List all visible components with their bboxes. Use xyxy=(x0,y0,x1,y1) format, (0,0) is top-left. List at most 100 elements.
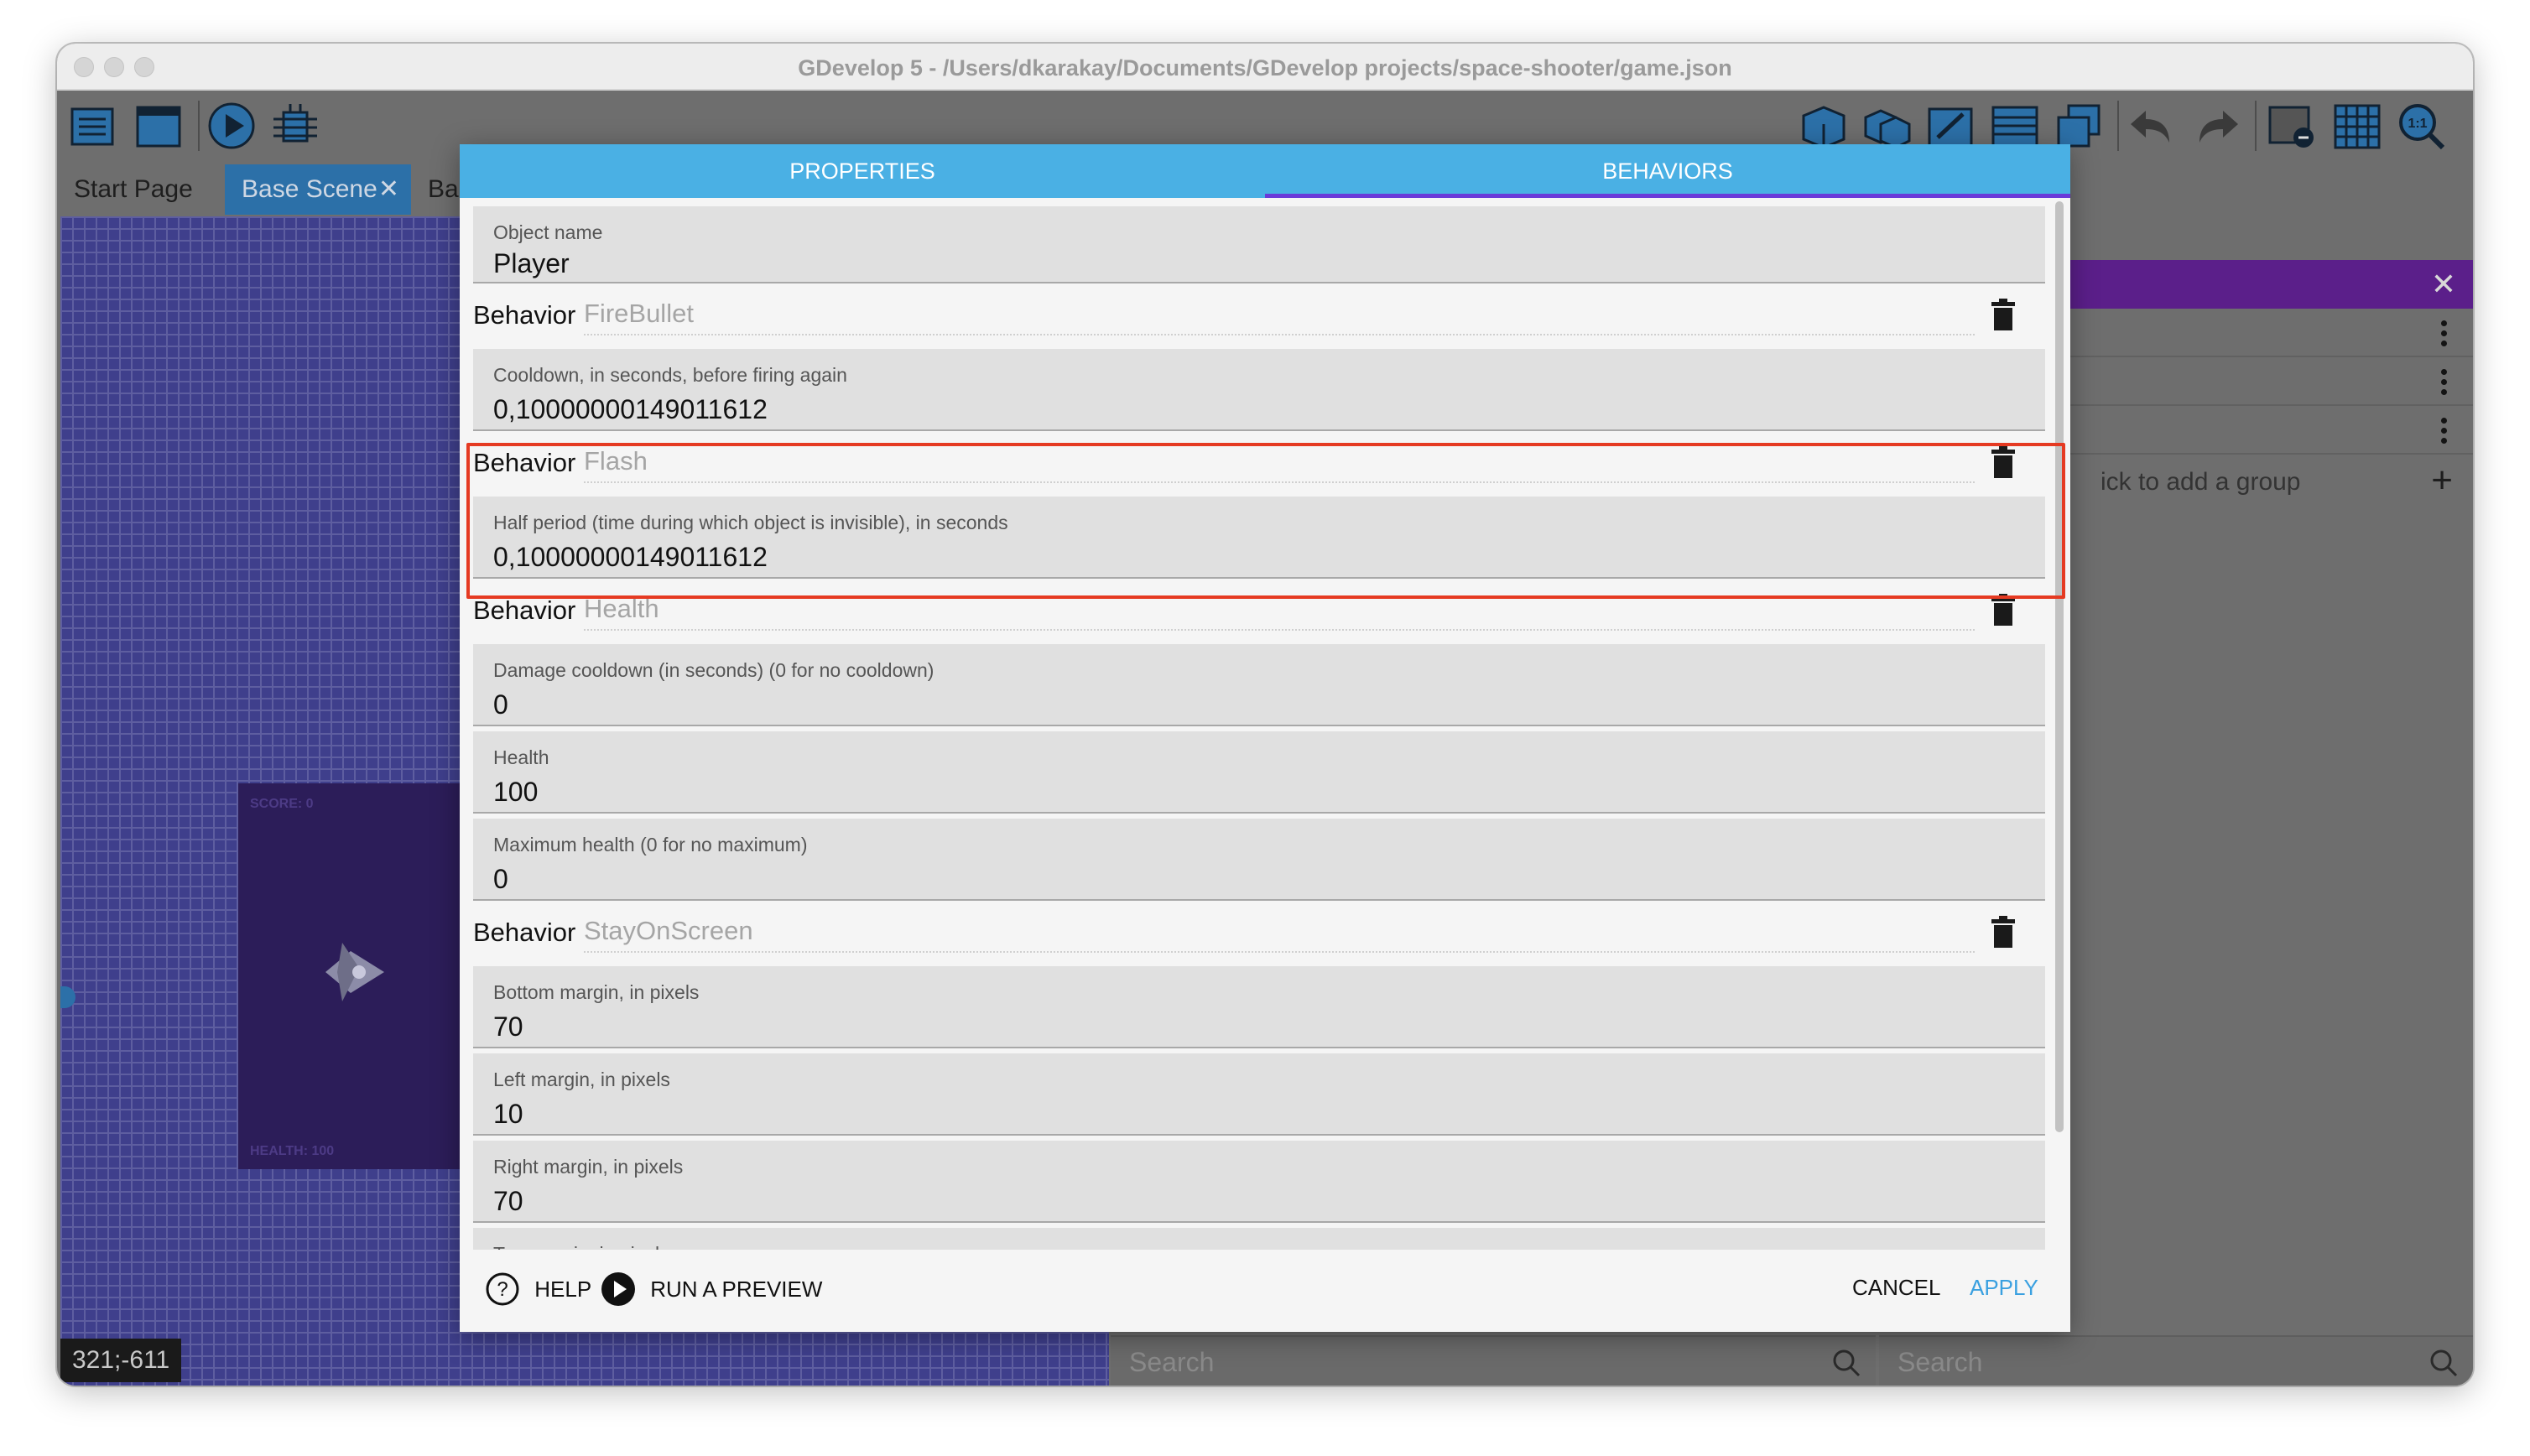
score-label: SCORE: 0 xyxy=(250,797,314,811)
help-label: HELP xyxy=(534,1276,592,1302)
cancel-button[interactable]: CANCEL xyxy=(1852,1275,1940,1301)
behavior-field[interactable]: Top margin, in pixels xyxy=(473,1228,2045,1250)
field-value: 70 xyxy=(493,1186,523,1216)
close-tab-icon[interactable]: ✕ xyxy=(378,164,399,215)
dialog-tabs: PROPERTIES BEHAVIORS xyxy=(460,144,2070,198)
title-bar: GDevelop 5 - /Users/dkarakay/Documents/G… xyxy=(57,44,2473,91)
field-value: 70 xyxy=(493,1011,523,1042)
trash-icon[interactable] xyxy=(1990,594,2017,626)
field-label: Health xyxy=(493,746,549,768)
behavior-word: Behavior xyxy=(473,448,576,477)
svg-text:1:1: 1:1 xyxy=(2408,117,2427,131)
behavior-field[interactable]: Cooldown, in seconds, before firing agai… xyxy=(473,349,2045,431)
field-value: Player xyxy=(493,248,570,278)
trash-icon[interactable] xyxy=(1990,299,2017,330)
instances-list-icon[interactable] xyxy=(2054,101,2104,151)
cursor-coordinates: 321;-611 xyxy=(60,1339,182,1382)
field-label: Right margin, in pixels xyxy=(493,1156,684,1178)
behavior-field[interactable]: Bottom margin, in pixels 70 xyxy=(473,966,2045,1048)
player-ship[interactable] xyxy=(317,934,393,1010)
search-field-right[interactable]: Search xyxy=(1879,1335,2473,1386)
tab-start-page[interactable]: Start Page xyxy=(57,164,210,215)
play-icon xyxy=(601,1272,635,1306)
zoom-icon[interactable]: 1:1 xyxy=(2396,101,2446,151)
trash-icon[interactable] xyxy=(1990,916,2017,948)
help-icon: ? xyxy=(486,1272,519,1306)
behavior-header-stayonscreen: Behavior StayOnScreen xyxy=(473,907,2045,958)
tab-label: Base Scene xyxy=(242,175,377,203)
window-title: GDevelop 5 - /Users/dkarakay/Documents/G… xyxy=(798,55,1732,81)
scene-icon[interactable] xyxy=(134,101,185,151)
field-value: 0 xyxy=(493,864,508,894)
search-placeholder: Search xyxy=(1898,1347,1983,1377)
behavior-header-health: Behavior Health xyxy=(473,585,2045,636)
behavior-field[interactable]: Right margin, in pixels 70 xyxy=(473,1141,2045,1223)
behavior-field[interactable]: Left margin, in pixels 10 xyxy=(473,1053,2045,1136)
objects-panel-icon[interactable] xyxy=(1799,101,1849,151)
behavior-name-input[interactable]: Health xyxy=(584,594,1975,631)
redo-icon[interactable] xyxy=(2191,101,2241,151)
field-value: 10 xyxy=(493,1099,523,1129)
dialog-scrollbar[interactable] xyxy=(2055,201,2064,1132)
field-label: Left margin, in pixels xyxy=(493,1069,670,1090)
behavior-name-input[interactable]: FireBullet xyxy=(584,299,1975,335)
add-group-label[interactable]: ick to add a group xyxy=(2101,468,2301,497)
object-groups-icon[interactable] xyxy=(1862,101,1913,151)
undo-icon[interactable] xyxy=(2127,101,2178,151)
tab-base-scene[interactable]: Base Scene ✕ xyxy=(225,164,411,215)
field-label: Half period (time during which object is… xyxy=(493,512,1008,533)
field-label: Top margin, in pixels xyxy=(493,1243,669,1250)
apply-button[interactable]: APPLY xyxy=(1970,1275,2038,1301)
tab-properties[interactable]: PROPERTIES xyxy=(460,144,1265,198)
behavior-header-flash: Behavior Flash xyxy=(473,438,2045,488)
tab-behaviors[interactable]: BEHAVIORS xyxy=(1265,144,2070,198)
field-label: Maximum health (0 for no maximum) xyxy=(493,834,808,855)
behavior-field[interactable]: Maximum health (0 for no maximum) 0 xyxy=(473,819,2045,901)
add-group-plus-icon[interactable]: + xyxy=(2431,460,2453,502)
behavior-name-input[interactable]: Flash xyxy=(584,446,1975,483)
field-label: Cooldown, in seconds, before firing agai… xyxy=(493,364,847,386)
editor-settings-icon[interactable] xyxy=(2267,101,2317,151)
behavior-word: Behavior xyxy=(473,918,576,947)
behavior-header-firebullet: Behavior FireBullet xyxy=(473,290,2045,341)
field-value: 0,10000000149011612 xyxy=(493,394,768,424)
toolbar-separator xyxy=(2255,101,2257,151)
search-icon xyxy=(1833,1349,1861,1377)
behavior-field[interactable]: Half period (time during which object is… xyxy=(473,497,2045,579)
kebab-menu-icon[interactable] xyxy=(2441,369,2447,398)
field-value: 0,10000000149011612 xyxy=(493,542,768,572)
health-label: HEALTH: 100 xyxy=(250,1144,335,1158)
search-placeholder: Search xyxy=(1129,1347,1215,1377)
grid-icon[interactable] xyxy=(2332,101,2382,151)
object-name-field[interactable]: Object name Player xyxy=(473,206,2045,283)
run-preview-label: RUN A PREVIEW xyxy=(650,1276,823,1302)
trash-icon[interactable] xyxy=(1990,446,2017,478)
svg-text:?: ? xyxy=(497,1278,508,1301)
properties-icon[interactable] xyxy=(1926,101,1976,151)
behavior-field[interactable]: Health 100 xyxy=(473,731,2045,814)
field-label: Damage cooldown (in seconds) (0 for no c… xyxy=(493,659,934,681)
object-editor-dialog: PROPERTIES BEHAVIORS Object name Player … xyxy=(460,144,2070,1332)
field-value: 100 xyxy=(493,777,539,807)
behavior-field[interactable]: Damage cooldown (in seconds) (0 for no c… xyxy=(473,644,2045,726)
canvas-scroll-handle[interactable] xyxy=(60,986,75,1008)
debugger-icon[interactable] xyxy=(270,101,320,151)
help-button[interactable]: ? HELP xyxy=(485,1271,591,1307)
kebab-menu-icon[interactable] xyxy=(2441,418,2447,446)
project-manager-icon[interactable] xyxy=(69,101,119,151)
kebab-menu-icon[interactable] xyxy=(2441,320,2447,349)
behaviors-list[interactable]: Object name Player Behavior FireBullet C… xyxy=(473,198,2050,1250)
search-icon xyxy=(2430,1349,2458,1377)
close-panel-icon[interactable]: ✕ xyxy=(2431,267,2456,302)
search-field-left[interactable]: Search xyxy=(1111,1335,1876,1386)
behavior-word: Behavior xyxy=(473,300,576,330)
toolbar-separator xyxy=(2117,101,2119,151)
field-label: Object name xyxy=(493,221,603,243)
behavior-name-input[interactable]: StayOnScreen xyxy=(584,916,1975,953)
preview-play-icon[interactable] xyxy=(206,101,257,151)
behavior-word: Behavior xyxy=(473,595,576,625)
run-preview-button[interactable]: RUN A PREVIEW xyxy=(601,1271,822,1307)
game-area: SCORE: 0 HEALTH: 100 xyxy=(238,783,482,1169)
layers-icon[interactable] xyxy=(1990,101,2040,151)
field-value: 0 xyxy=(493,689,508,720)
